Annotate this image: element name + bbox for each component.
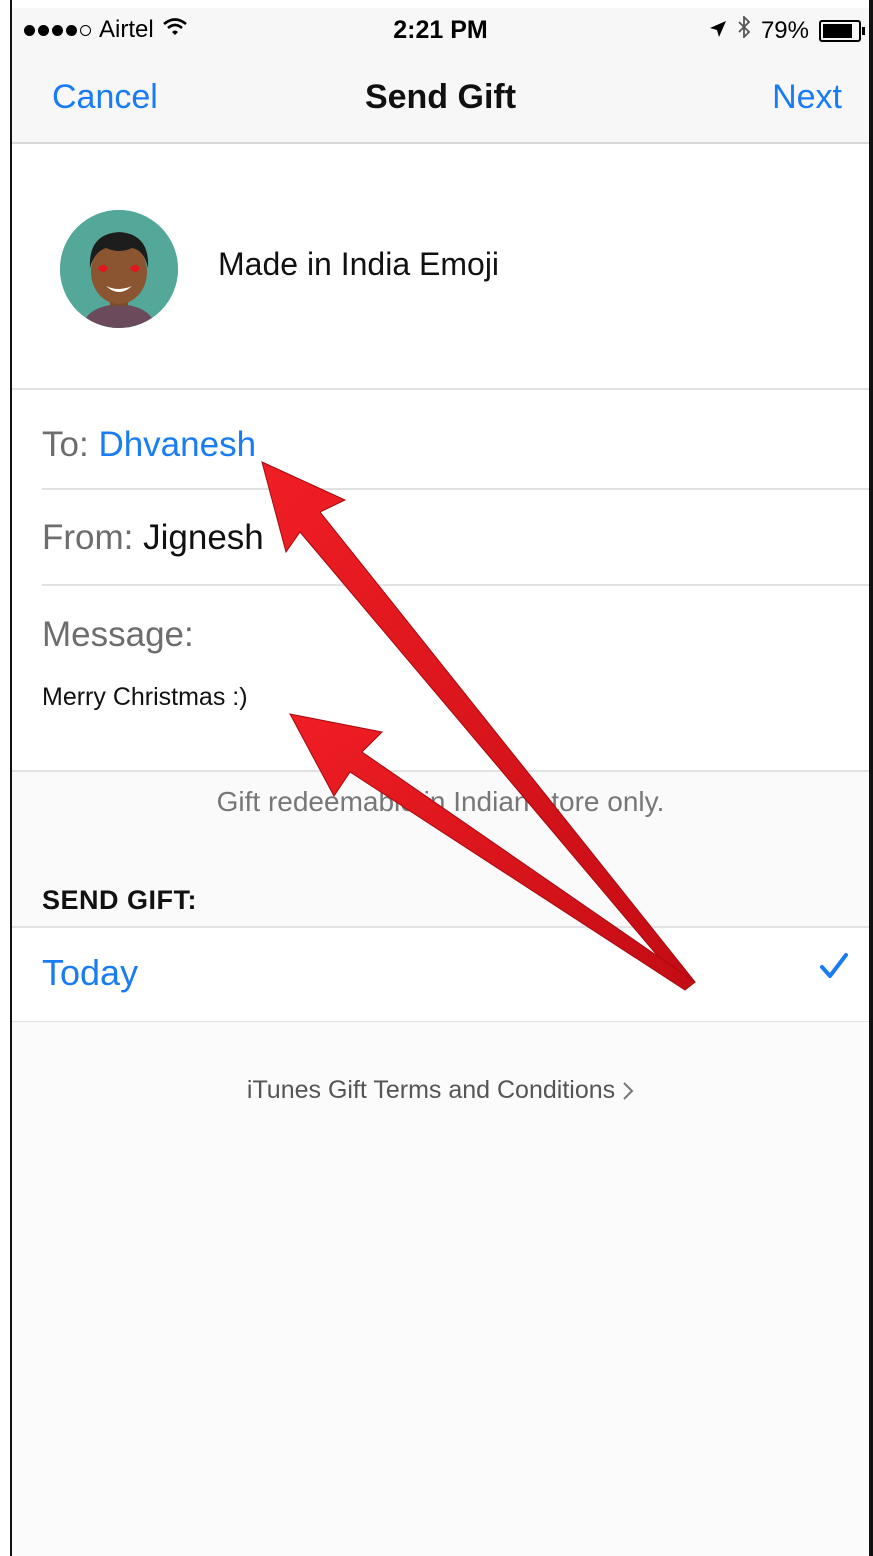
to-recipient[interactable]: Dhvanesh	[98, 425, 256, 464]
divider	[12, 388, 869, 390]
from-sender[interactable]: Jignesh	[143, 518, 264, 557]
chevron-right-icon	[622, 1076, 634, 1104]
to-field[interactable]: To: Dhvanesh	[42, 425, 256, 465]
from-field[interactable]: From: Jignesh	[42, 518, 264, 558]
battery-icon	[819, 19, 865, 42]
frame-border	[869, 0, 873, 1556]
status-bar: Airtel 2:21 PM 79%	[12, 8, 869, 54]
screen: Airtel 2:21 PM 79% Cancel Send Gift Next…	[0, 0, 873, 1556]
terms-link[interactable]: iTunes Gift Terms and Conditions	[12, 1076, 869, 1105]
page-title: Send Gift	[364, 78, 517, 116]
location-arrow-icon	[709, 17, 727, 45]
redeem-note: Gift redeemable in Indian store only.	[216, 786, 665, 817]
navigation-bar: Cancel Send Gift Next	[12, 54, 869, 144]
divider	[42, 488, 869, 490]
from-label: From:	[42, 518, 134, 557]
bluetooth-icon	[737, 14, 751, 45]
message-field[interactable]: Merry Christmas :)	[42, 683, 248, 712]
gift-title: Made in India Emoji	[218, 246, 500, 282]
gift-item: Made in India Emoji	[12, 144, 869, 388]
next-button[interactable]: Next	[772, 78, 842, 117]
to-label: To:	[42, 425, 89, 464]
checkmark-icon	[819, 948, 849, 991]
today-label: Today	[42, 952, 139, 993]
terms-link-label: iTunes Gift Terms and Conditions	[246, 1076, 616, 1104]
battery-percent: 79%	[760, 16, 809, 44]
send-today-option[interactable]: Today	[12, 928, 869, 1022]
message-label: Message:	[42, 615, 194, 654]
send-gift-header: SEND GIFT:	[42, 885, 198, 915]
app-icon	[60, 210, 178, 328]
divider	[42, 584, 869, 586]
frame-border	[10, 0, 12, 1556]
